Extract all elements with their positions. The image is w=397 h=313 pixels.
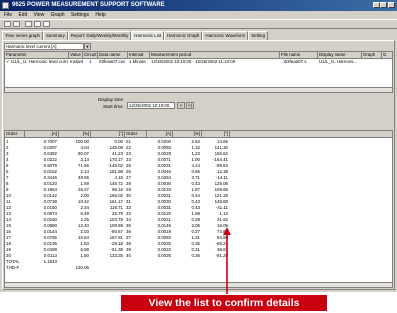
cell-file-name: ..\03feaa07.s	[281, 59, 307, 64]
save-icon[interactable]	[13, 21, 20, 27]
title-bar: 9625 POWER MEASUREMENT SUPPORT SOFTWARE	[0, 0, 397, 11]
menu-file[interactable]: File	[4, 12, 12, 18]
col-data-name[interactable]: Data name	[98, 52, 128, 59]
file-table-header: Parameter Value Circuit Data name Interv…	[5, 52, 392, 59]
tab-harmonic-waveform[interactable]: Harmonic Waveform	[202, 31, 249, 40]
next-time-button[interactable]: <|	[186, 102, 194, 109]
row-checkbox[interactable]: ✓	[6, 59, 10, 65]
chevron-down-icon[interactable]: ▼	[84, 43, 91, 50]
callout-banner: View the list to confirm details	[120, 294, 328, 312]
data-col-header[interactable]: [A]	[147, 131, 173, 138]
cell-measurement-period: 12/26/2002 10:10:00 - 12/26/2002 11:10:0…	[151, 59, 236, 64]
close-button[interactable]	[388, 2, 395, 8]
data-col-header[interactable]: Order	[125, 131, 147, 138]
window-title: 9625 POWER MEASUREMENT SUPPORT SOFTWARE	[12, 2, 165, 8]
table-cell: 130.06	[75, 265, 89, 270]
cell-interval: 1 Minute	[129, 59, 146, 64]
callout-arrow	[223, 227, 231, 295]
parameter-select[interactable]: Harmonic level current [A]	[4, 43, 84, 50]
print-icon[interactable]	[25, 21, 32, 27]
table-cell: THD-F	[6, 265, 20, 270]
app-window: 9625 POWER MEASUREMENT SUPPORT SOFTWARE …	[0, 0, 397, 292]
col-graph[interactable]: Graph	[362, 52, 382, 59]
tab-summary[interactable]: Summary	[42, 31, 68, 40]
cell-circuit: 1	[89, 59, 92, 64]
open-file-icon[interactable]	[4, 21, 11, 27]
col-value[interactable]: Value	[69, 52, 83, 59]
table-row[interactable]: THD-F 130.06	[5, 265, 235, 271]
data-col-header[interactable]: Order	[5, 131, 25, 138]
file-table-row[interactable]: ✓ U1/L_I1: Harmonic level current CH1 In…	[5, 59, 392, 66]
toolbar	[0, 19, 397, 29]
help-icon[interactable]	[43, 21, 50, 27]
tab-setting[interactable]: Setting	[248, 31, 268, 40]
file-table-scrollbar[interactable]	[5, 87, 392, 92]
cell-display-name: U1/L_I1: Harmoni...	[319, 59, 358, 64]
menu-settings[interactable]: Settings	[71, 12, 89, 18]
col-parameter[interactable]: Parameter	[5, 52, 69, 59]
callout-text: View the list to confirm details	[148, 297, 300, 309]
tab-harmonic-graph[interactable]: Harmonic Graph	[164, 31, 203, 40]
data-table-header: Order [A] [%] [°] Order [A] [%] [°]	[5, 131, 392, 138]
col-display-name[interactable]: Display name	[318, 52, 362, 59]
data-col-header[interactable]: [A]	[25, 131, 59, 138]
data-col-header[interactable]: [°]	[91, 131, 125, 138]
menu-view[interactable]: View	[33, 12, 44, 18]
menu-graph[interactable]: Graph	[51, 12, 65, 18]
start-time-input[interactable]: 12/26/2002 10:10:00	[127, 102, 175, 109]
menu-help[interactable]: Help	[95, 12, 105, 18]
app-icon	[2, 2, 9, 9]
cell-parameter: U1/L_I1: Harmonic level current CH1	[11, 59, 68, 64]
col-interval[interactable]: Interval	[128, 52, 150, 59]
col-g[interactable]: G	[382, 52, 392, 59]
data-col-header[interactable]: [%]	[59, 131, 91, 138]
col-file-name[interactable]: File name	[280, 52, 318, 59]
data-table-scrollbar[interactable]	[5, 282, 392, 287]
start-time-label: Start time	[103, 104, 123, 109]
tab-report[interactable]: Report: Daily/Weekly/Monthly	[67, 31, 132, 40]
menu-edit[interactable]: Edit	[18, 12, 27, 18]
previous-time-button[interactable]: <	[177, 102, 185, 109]
tab-time-series-graph[interactable]: Time series graph	[2, 31, 43, 40]
menu-bar: File Edit View Graph Settings Help	[0, 11, 397, 19]
col-circuit[interactable]: Circuit	[83, 52, 98, 59]
file-table: Parameter Value Circuit Data name Interv…	[4, 51, 393, 93]
harmonic-data-table: Order [A] [%] [°] Order [A] [%] [°] 1 0.7007 100.…	[4, 130, 393, 288]
data-col-header[interactable]: [°]	[202, 131, 230, 138]
cell-value: Instant...	[70, 59, 83, 64]
cell-data-name: 03feaa07.csv	[99, 59, 126, 64]
tab-strip: Time series graph Summary Report: Daily/We…	[2, 31, 268, 41]
data-col-header[interactable]: [%]	[173, 131, 202, 138]
maximize-button[interactable]	[380, 2, 387, 8]
minimize-button[interactable]	[373, 2, 380, 8]
col-measurement-period[interactable]: Measurement period	[150, 52, 280, 59]
copy-icon[interactable]	[34, 21, 41, 27]
